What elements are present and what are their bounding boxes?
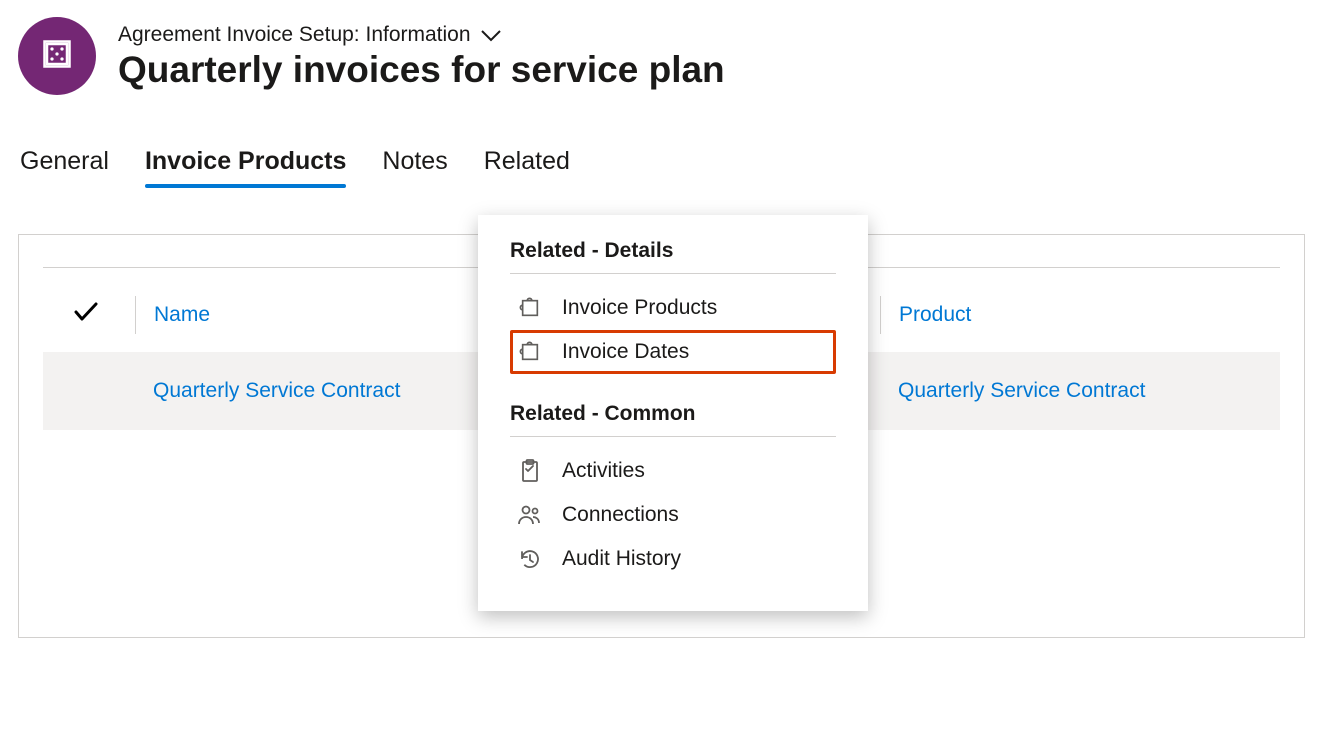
tab-general[interactable]: General	[20, 147, 109, 186]
puzzle-icon	[518, 297, 542, 319]
tab-invoice-products[interactable]: Invoice Products	[145, 147, 346, 186]
menu-item-label: Invoice Products	[562, 296, 717, 320]
menu-item-audit-history[interactable]: Audit History	[510, 537, 836, 581]
clipboard-icon	[518, 459, 542, 483]
related-dropdown: Related - Details Invoice Products	[478, 215, 868, 611]
breadcrumb-text: Agreement Invoice Setup: Information	[118, 23, 471, 47]
section-title-common: Related - Common	[510, 402, 836, 437]
tab-notes[interactable]: Notes	[382, 147, 447, 186]
menu-item-label: Activities	[562, 459, 645, 483]
menu-item-label: Invoice Dates	[562, 340, 689, 364]
form-selector[interactable]: Agreement Invoice Setup: Information	[118, 23, 725, 47]
menu-item-invoice-products[interactable]: Invoice Products	[510, 286, 836, 330]
history-icon	[518, 547, 542, 571]
puzzle-icon	[42, 39, 72, 74]
related-common-section: Related - Common Activities Co	[510, 402, 836, 581]
menu-item-label: Connections	[562, 503, 679, 527]
entity-avatar	[18, 17, 96, 95]
menu-item-invoice-dates[interactable]: Invoice Dates	[510, 330, 836, 374]
column-header-product[interactable]: Product	[880, 296, 1280, 334]
tab-related[interactable]: Related	[484, 147, 570, 186]
puzzle-icon	[518, 341, 542, 363]
select-all-column[interactable]	[43, 301, 135, 329]
page-title: Quarterly invoices for service plan	[118, 49, 725, 92]
menu-item-activities[interactable]: Activities	[510, 449, 836, 493]
page-header: Agreement Invoice Setup: Information Qua…	[18, 17, 1305, 95]
menu-item-connections[interactable]: Connections	[510, 493, 836, 537]
related-details-section: Related - Details Invoice Products	[510, 239, 836, 374]
cell-product-link[interactable]: Quarterly Service Contract	[880, 379, 1280, 403]
people-icon	[518, 504, 542, 526]
title-block: Agreement Invoice Setup: Information Qua…	[118, 21, 725, 92]
chevron-down-icon	[481, 24, 501, 48]
tab-strip: General Invoice Products Notes Related	[18, 147, 1305, 186]
checkmark-icon	[73, 301, 99, 329]
section-title-details: Related - Details	[510, 239, 836, 274]
menu-item-label: Audit History	[562, 547, 681, 571]
